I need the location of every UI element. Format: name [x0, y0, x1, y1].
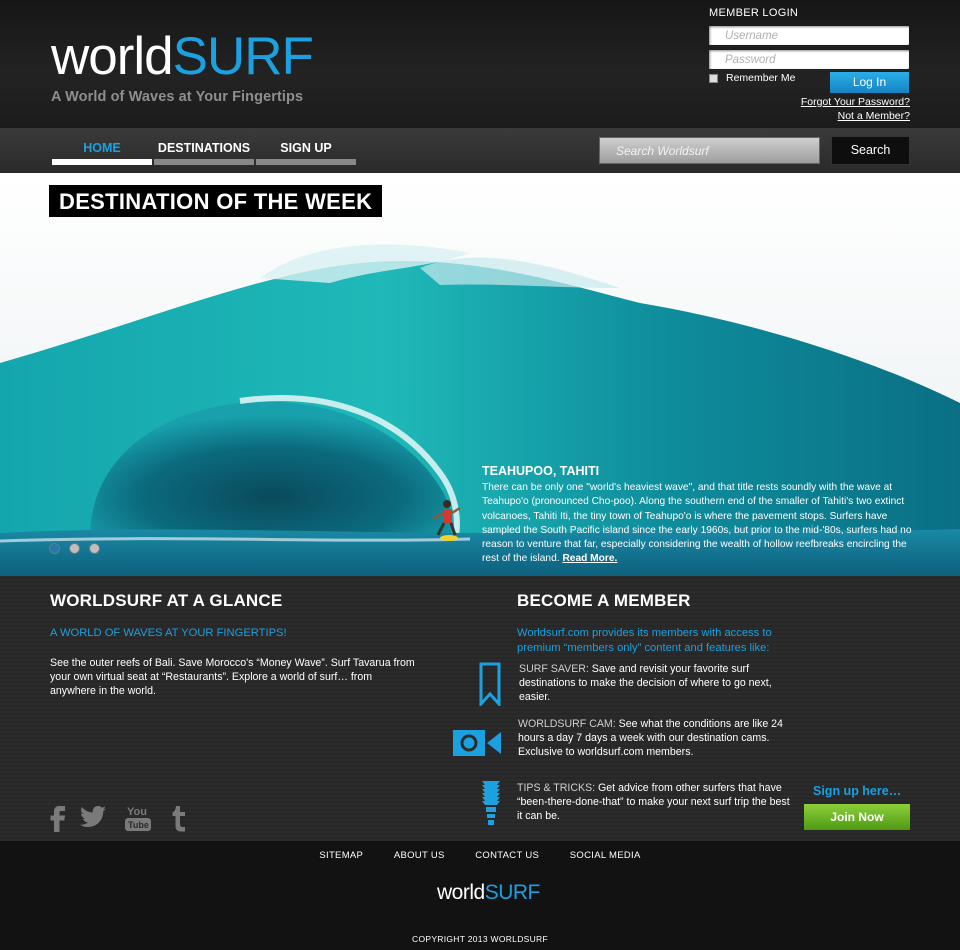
- slider-dot[interactable]: [69, 543, 80, 554]
- bookmark-icon: [479, 662, 501, 706]
- footer-logo-world: world: [437, 881, 485, 904]
- site-tagline: A World of Waves at Your Fingertips: [51, 89, 304, 105]
- password-field[interactable]: [709, 50, 909, 69]
- site-logo[interactable]: worldSURF: [51, 27, 314, 86]
- member-login-title: MEMBER LOGIN: [709, 7, 799, 19]
- svg-text:You: You: [127, 806, 147, 818]
- footer-link-contact[interactable]: CONTACT US: [475, 850, 539, 861]
- camera-icon: [453, 730, 501, 756]
- footer-logo[interactable]: worldSURF: [437, 881, 540, 905]
- main-nav: HOME DESTINATIONS SIGN UP Search: [0, 128, 960, 173]
- hero-title: TEAHUPOO, TAHITI: [482, 464, 600, 478]
- copyright-text: COPYRIGHT 2013 WORLDSURF: [412, 934, 548, 944]
- search-input[interactable]: [599, 137, 820, 164]
- glance-body: See the outer reefs of Bali. Save Morocc…: [50, 657, 415, 697]
- footer-link-sitemap[interactable]: SITEMAP: [319, 850, 363, 861]
- slider-dot[interactable]: [89, 543, 100, 554]
- tumblr-icon[interactable]: [171, 806, 187, 832]
- nav-item-label: SIGN UP: [280, 141, 332, 155]
- nav-bar: [256, 159, 356, 165]
- site-header: worldSURF A World of Waves at Your Finge…: [0, 0, 960, 128]
- read-more-link[interactable]: Read More.: [562, 553, 617, 564]
- remember-me-checkbox[interactable]: [709, 73, 718, 83]
- youtube-icon[interactable]: You Tube: [124, 804, 152, 832]
- facebook-icon[interactable]: [50, 806, 66, 832]
- hero-body-text: There can be only one "world's heaviest …: [482, 482, 912, 565]
- search-button[interactable]: Search: [831, 136, 910, 165]
- feature-surf-saver: SURF SAVER: Save and revisit your favori…: [519, 662, 799, 704]
- nav-bar: [154, 159, 254, 165]
- nav-item-home[interactable]: HOME: [52, 128, 152, 165]
- glance-subtitle: A WORLD OF WAVES AT YOUR FINGERTIPS!: [50, 627, 287, 639]
- username-field[interactable]: [709, 26, 909, 45]
- slider-dots: [49, 543, 100, 554]
- footer-link-social[interactable]: SOCIAL MEDIA: [570, 850, 641, 861]
- glance-title: WORLDSURF AT A GLANCE: [50, 591, 283, 610]
- feature-tips-tricks: TIPS & TRICKS: Get advice from other sur…: [517, 781, 797, 823]
- signup-here-link[interactable]: Sign up here…: [813, 784, 901, 798]
- svg-text:Tube: Tube: [128, 820, 149, 830]
- nav-item-signup[interactable]: SIGN UP: [256, 128, 356, 165]
- feature-worldsurf-cam: WORLDSURF CAM: See what the conditions a…: [518, 717, 798, 759]
- site-footer: SITEMAP ABOUT US CONTACT US SOCIAL MEDIA…: [0, 841, 960, 950]
- lightbulb-icon: [482, 781, 500, 825]
- hero-banner: DESTINATION OF THE WEEK TEAHUPOO, TAHITI…: [0, 173, 960, 576]
- remember-me-label: Remember Me: [726, 72, 796, 84]
- logo-world-text: world: [51, 27, 174, 86]
- slider-dot[interactable]: [49, 543, 60, 554]
- feature-key: WORLDSURF CAM:: [518, 718, 616, 730]
- nav-item-destinations[interactable]: DESTINATIONS: [154, 128, 254, 165]
- content-section: WORLDSURF AT A GLANCE A WORLD OF WAVES A…: [0, 576, 960, 841]
- remember-me[interactable]: Remember Me: [709, 72, 795, 84]
- nav-item-label: HOME: [83, 141, 121, 155]
- forgot-password-link[interactable]: Forgot Your Password?: [801, 96, 910, 108]
- hero-body: There can be only one "world's heaviest …: [482, 481, 914, 567]
- join-now-button[interactable]: Join Now: [804, 804, 910, 830]
- feature-key: TIPS & TRICKS:: [517, 782, 596, 794]
- nav-active-bar: [52, 159, 152, 165]
- not-member-link[interactable]: Not a Member?: [838, 110, 910, 122]
- nav-item-label: DESTINATIONS: [157, 141, 251, 155]
- footer-logo-surf: SURF: [484, 881, 541, 904]
- logo-surf-text: SURF: [172, 27, 314, 86]
- footer-links: SITEMAP ABOUT US CONTACT US SOCIAL MEDIA: [0, 850, 960, 861]
- feature-key: SURF SAVER:: [519, 663, 589, 675]
- destination-of-week-badge: DESTINATION OF THE WEEK: [49, 185, 383, 217]
- twitter-icon[interactable]: [80, 806, 106, 828]
- member-title: BECOME A MEMBER: [517, 591, 691, 610]
- member-intro: Worldsurf.com provides its members with …: [517, 627, 772, 654]
- hero-caption: TEAHUPOO, TAHITI There can be only one "…: [482, 464, 914, 567]
- login-button[interactable]: Log In: [830, 72, 909, 93]
- footer-link-about[interactable]: ABOUT US: [394, 850, 445, 861]
